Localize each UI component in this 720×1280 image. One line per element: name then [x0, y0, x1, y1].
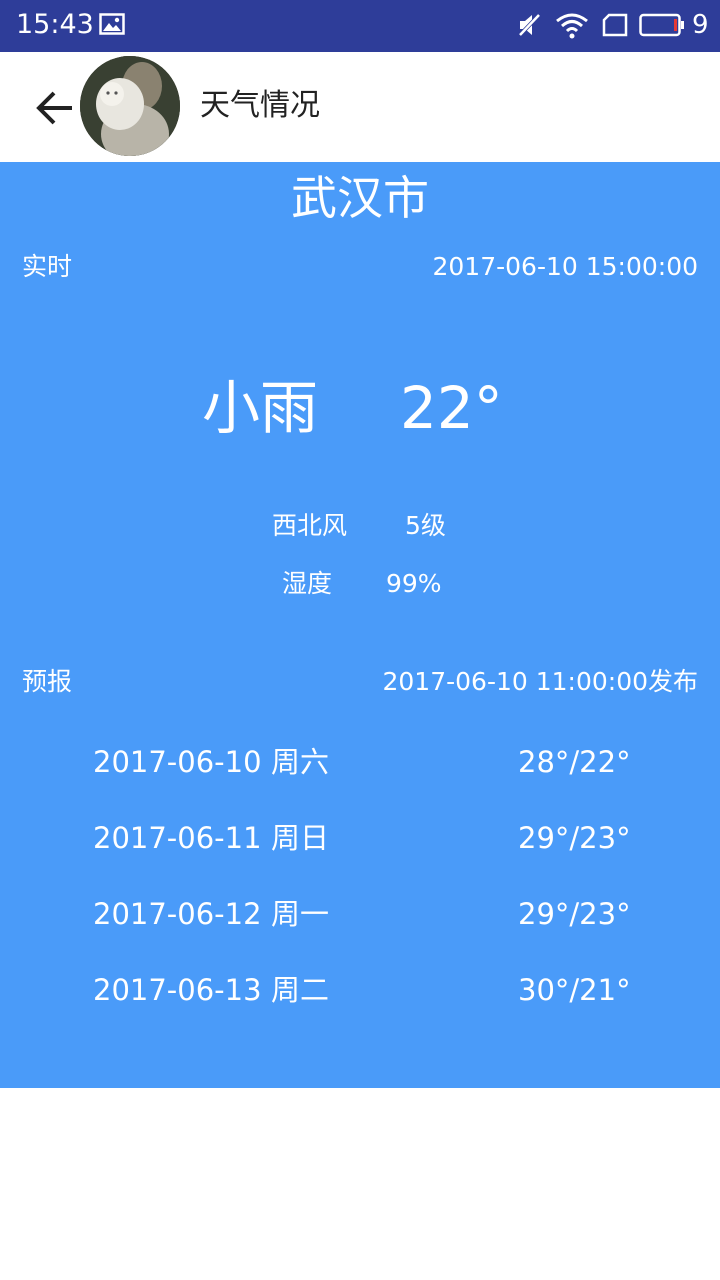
forecast-date: 2017-06-12	[93, 897, 262, 931]
forecast-date: 2017-06-11	[93, 821, 262, 855]
forecast-day: 周二	[271, 973, 330, 1007]
realtime-time: 2017-06-10 15:00:00	[432, 252, 698, 281]
forecast-temp: 29°/23°	[518, 897, 631, 931]
humidity-value: 99%	[386, 569, 442, 598]
weather-panel: 武汉市 实时 2017-06-10 15:00:00 小雨 22° 西北风 5级…	[0, 162, 720, 1088]
wind-level: 5级	[405, 511, 446, 540]
forecast-row: 2017-06-10 周六 28°/22°	[0, 740, 720, 790]
forecast-day: 周日	[271, 821, 330, 855]
battery-level: 9	[692, 10, 709, 40]
forecast-day: 周一	[271, 897, 330, 931]
current-temperature: 22°	[400, 374, 503, 442]
back-arrow-icon[interactable]	[34, 88, 78, 128]
forecast-label: 预报	[22, 667, 73, 696]
mute-icon	[517, 12, 542, 38]
city-name: 武汉市	[291, 171, 429, 225]
wifi-icon	[556, 13, 588, 39]
forecast-temp: 28°/22°	[518, 745, 631, 779]
forecast-row: 2017-06-13 周二 30°/21°	[0, 968, 720, 1018]
avatar-photo	[80, 56, 180, 156]
forecast-date: 2017-06-13	[93, 973, 262, 1007]
forecast-row: 2017-06-11 周日 29°/23°	[0, 816, 720, 866]
image-icon	[99, 13, 125, 35]
forecast-date: 2017-06-10	[93, 745, 262, 779]
page-title: 天气情况	[200, 88, 320, 123]
forecast-published: 2017-06-10 11:00:00发布	[382, 667, 698, 696]
weather-condition: 小雨	[202, 374, 319, 442]
sim-icon	[602, 13, 628, 37]
avatar[interactable]	[80, 56, 180, 156]
forecast-row: 2017-06-12 周一 29°/23°	[0, 892, 720, 942]
forecast-temp: 29°/23°	[518, 821, 631, 855]
humidity-label: 湿度	[282, 569, 333, 598]
realtime-label: 实时	[22, 252, 73, 281]
app-bar: 天气情况	[0, 52, 720, 162]
forecast-day: 周六	[271, 745, 330, 779]
battery-icon	[639, 13, 684, 37]
forecast-temp: 30°/21°	[518, 973, 631, 1007]
status-bar: 15:43 9	[0, 0, 720, 52]
status-time: 15:43	[16, 9, 94, 40]
wind-direction: 西北风	[272, 511, 348, 540]
